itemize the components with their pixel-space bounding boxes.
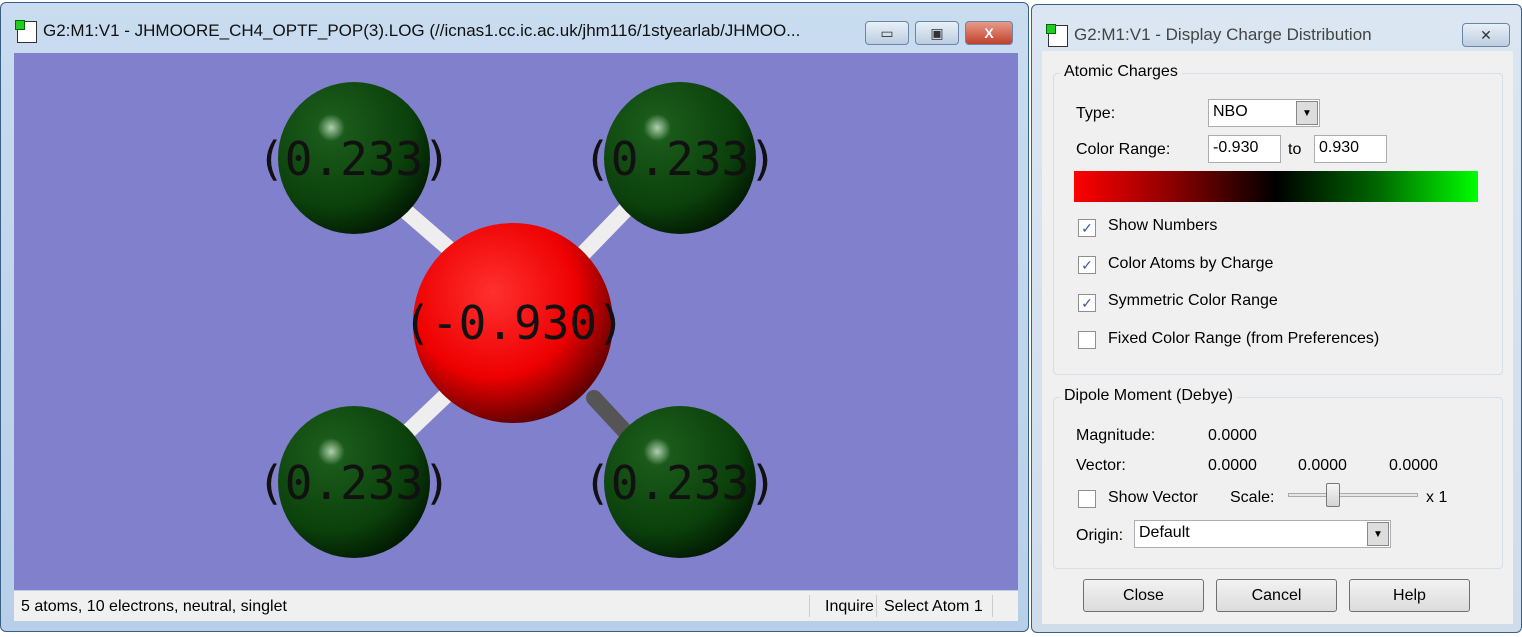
magnitude-value: 0.0000: [1208, 427, 1257, 444]
chevron-down-icon[interactable]: ▼: [1296, 101, 1318, 125]
fixed-range-checkbox[interactable]: [1078, 331, 1096, 349]
molecule-svg[interactable]: (0.233) (0.233) (-0.930) (0.233) (0.233): [14, 53, 1018, 590]
type-value: NBO: [1213, 103, 1248, 120]
chevron-down-icon[interactable]: ▼: [1367, 522, 1389, 546]
vector-x: 0.0000: [1208, 457, 1257, 474]
charge-distribution-dialog: G2:M1:V1 - Display Charge Distribution ✕…: [1031, 4, 1522, 633]
cancel-button[interactable]: Cancel: [1216, 579, 1337, 612]
vector-y: 0.0000: [1298, 457, 1347, 474]
help-button[interactable]: Help: [1349, 579, 1470, 612]
checkbox-label: Fixed Color Range (from Preferences): [1108, 330, 1380, 347]
status-mode: Inquire: [825, 598, 874, 615]
status-info: 5 atoms, 10 electrons, neutral, singlet: [21, 598, 287, 615]
color-range-gradient: [1074, 171, 1478, 202]
main-window: G2:M1:V1 - JHMOORE_CH4_OPTF_POP(3).LOG (…: [0, 2, 1029, 632]
status-action: Select Atom 1: [884, 598, 983, 615]
app-icon: [15, 20, 37, 43]
maximize-button[interactable]: ▣: [915, 21, 959, 45]
app-icon: [1046, 24, 1068, 47]
dialog-body: Atomic Charges Type: NBO ▼ Color Range: -…: [1042, 51, 1513, 624]
molecule-viewport[interactable]: (0.233) (0.233) (-0.930) (0.233) (0.233): [14, 53, 1018, 590]
charge-label: (0.233): [583, 456, 777, 510]
color-range-label: Color Range:: [1076, 141, 1171, 158]
charge-label: (-0.930): [403, 296, 625, 350]
show-numbers-checkbox[interactable]: ✓: [1078, 219, 1096, 237]
vector-label: Vector:: [1076, 457, 1126, 474]
type-label: Type:: [1076, 105, 1116, 122]
checkbox-label: Color Atoms by Charge: [1108, 255, 1274, 272]
status-bar: 5 atoms, 10 electrons, neutral, singlet …: [14, 591, 1018, 621]
type-dropdown[interactable]: NBO ▼: [1208, 99, 1320, 127]
checkbox-label: Symmetric Color Range: [1108, 292, 1278, 309]
origin-dropdown[interactable]: Default ▼: [1134, 520, 1391, 548]
dialog-title: G2:M1:V1 - Display Charge Distribution: [1074, 25, 1372, 44]
show-vector-label: Show Vector: [1108, 489, 1198, 506]
charge-label: (0.233): [257, 456, 451, 510]
magnitude-label: Magnitude:: [1076, 427, 1156, 444]
window-title: G2:M1:V1 - JHMOORE_CH4_OPTF_POP(3).LOG (…: [43, 21, 801, 40]
divider: [809, 595, 810, 617]
checkbox-label: Show Numbers: [1108, 217, 1218, 234]
divider: [992, 595, 993, 617]
scale-slider-thumb[interactable]: [1326, 483, 1340, 507]
charge-label: (0.233): [257, 132, 451, 186]
close-dialog-button[interactable]: Close: [1083, 579, 1204, 612]
origin-label: Origin:: [1076, 527, 1124, 544]
scale-label: Scale:: [1230, 489, 1275, 506]
origin-value: Default: [1139, 524, 1190, 541]
show-vector-checkbox[interactable]: [1078, 490, 1096, 508]
range-max-input[interactable]: 0.930: [1314, 135, 1387, 163]
group-title: Dipole Moment (Debye): [1060, 387, 1237, 405]
symmetric-range-checkbox[interactable]: ✓: [1078, 294, 1096, 312]
scale-value: x 1: [1426, 489, 1448, 506]
range-min-input[interactable]: -0.930: [1208, 135, 1281, 163]
group-title: Atomic Charges: [1060, 63, 1182, 81]
divider: [876, 595, 877, 617]
dialog-close-button[interactable]: ✕: [1462, 23, 1510, 47]
to-label: to: [1288, 141, 1302, 158]
color-atoms-checkbox[interactable]: ✓: [1078, 256, 1096, 274]
close-button[interactable]: X: [965, 21, 1013, 45]
vector-z: 0.0000: [1389, 457, 1438, 474]
charge-label: (0.233): [583, 132, 777, 186]
scale-slider-track[interactable]: [1288, 493, 1418, 497]
minimize-button[interactable]: ▭: [865, 21, 909, 45]
